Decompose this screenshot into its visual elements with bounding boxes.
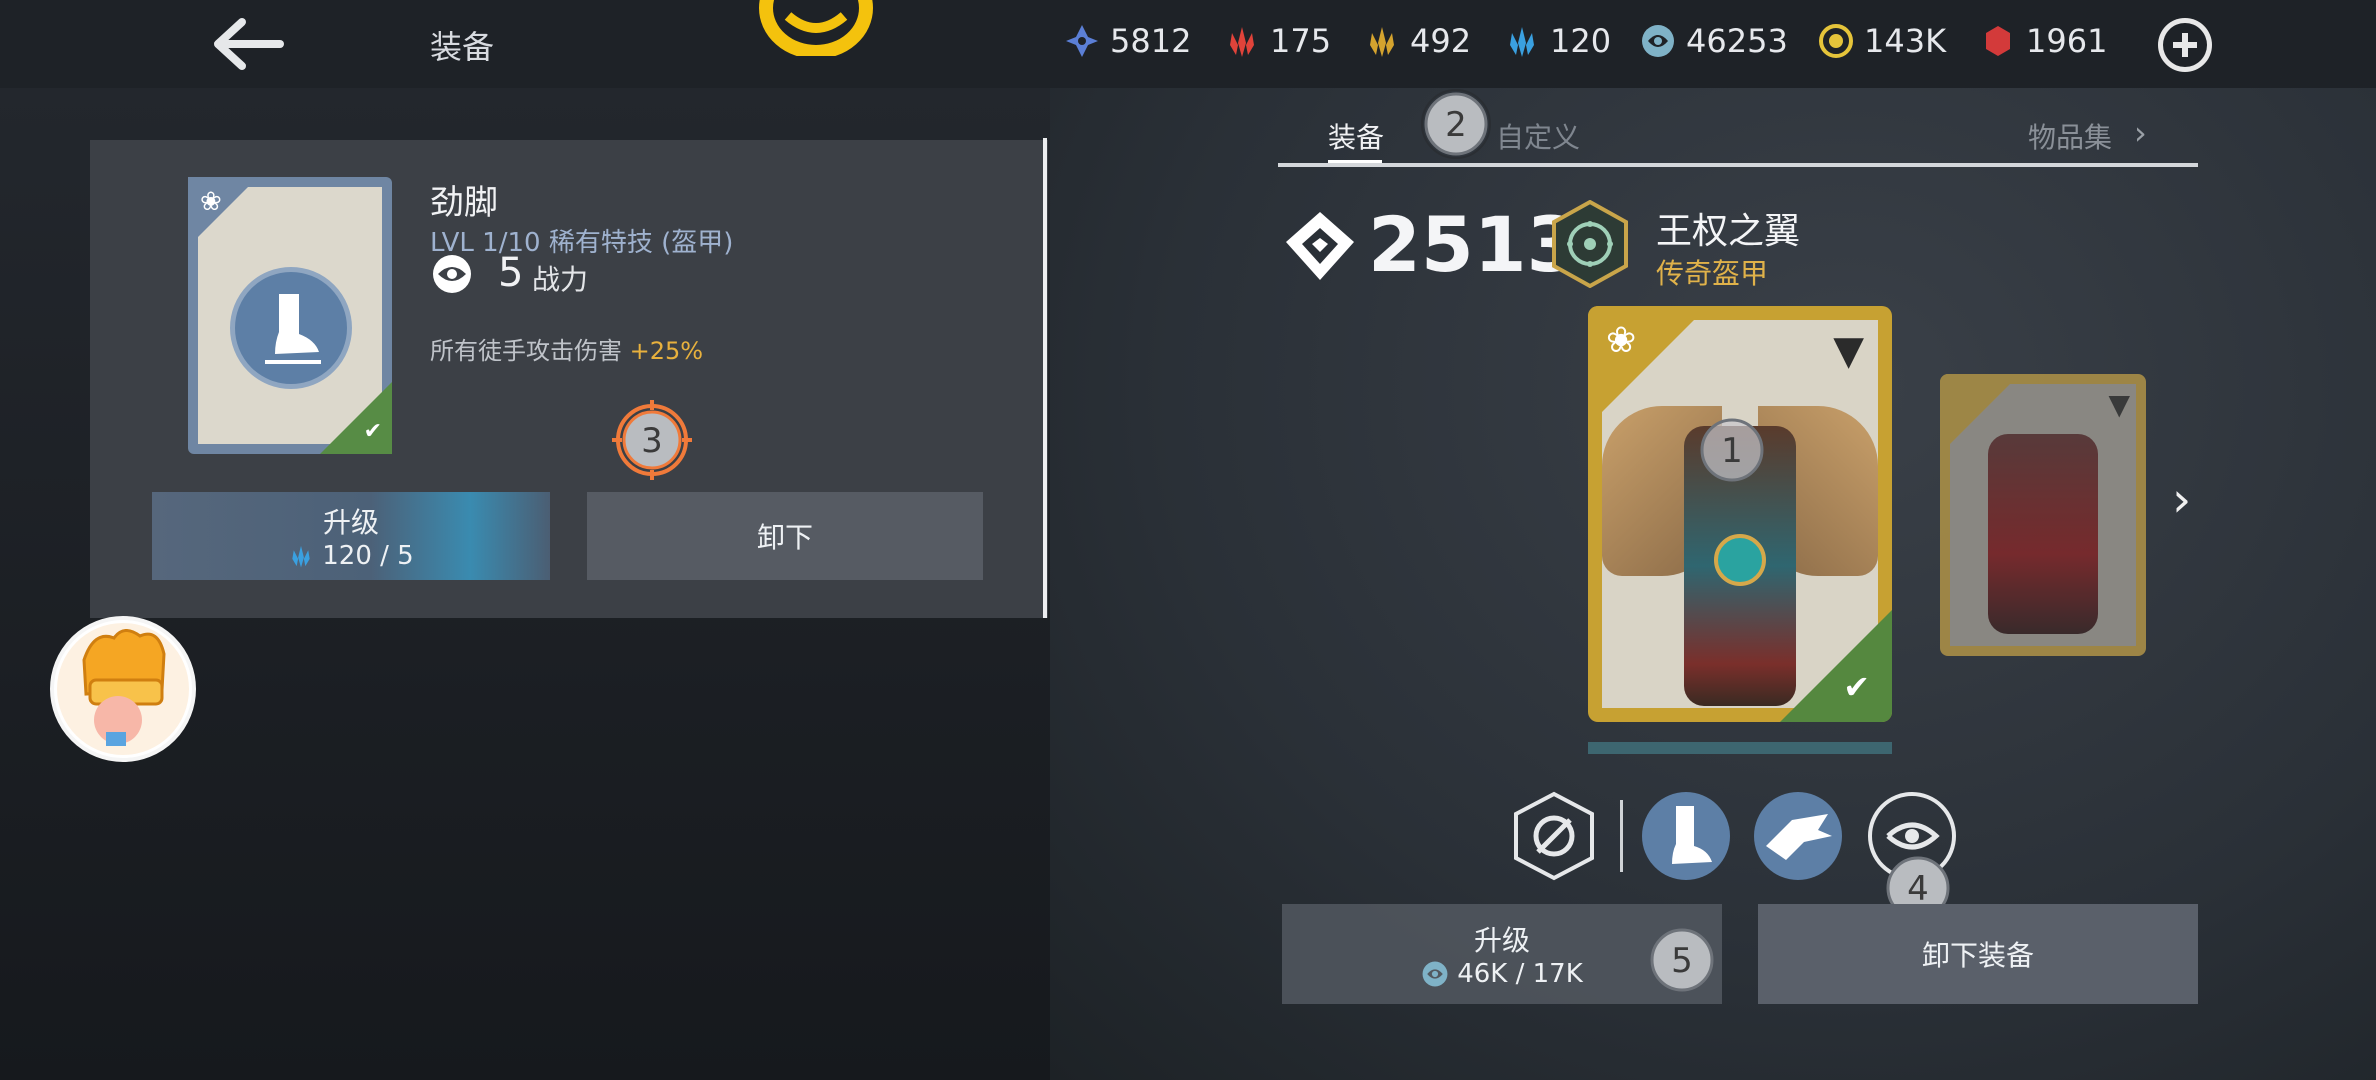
steel-icon: [1642, 25, 1674, 57]
resource-diamond: 5812: [1064, 22, 1191, 60]
armor-card-alt[interactable]: ▼: [1940, 374, 2146, 656]
gear-score-icon: [1286, 212, 1354, 280]
check-icon: ✔: [1843, 668, 1870, 706]
top-bar: 装备 5812 175 492 120 46253 143K 1961: [0, 0, 2376, 88]
skill-name: 劲脚: [430, 183, 498, 223]
gear-name: 王权之翼: [1656, 211, 1801, 252]
logo-icon: [759, 0, 873, 56]
plus-icon: [2163, 23, 2207, 67]
equipped-armor-card[interactable]: ❀ ▼ ✔: [1588, 306, 1892, 722]
skill-upgrade-button[interactable]: 升级 120 / 5: [152, 492, 550, 580]
avatar-icon: [57, 623, 189, 755]
skill-power-label: 战力: [532, 263, 589, 296]
resource-gold-crystal-value: 492: [1410, 22, 1472, 60]
marker-4-label: 4: [1907, 869, 1929, 909]
gold-crystal-icon: [1370, 27, 1394, 57]
equipped-corner: [1780, 610, 1892, 722]
resource-ruby: 1961: [1980, 22, 2107, 60]
panel-edge: [1043, 138, 1047, 618]
power-icon: [433, 255, 471, 293]
gear-upgrade-label: 升级: [1473, 924, 1530, 957]
red-crystal-icon: [1230, 27, 1254, 57]
resource-blue-crystal-value: 120: [1550, 22, 1612, 60]
tabs-divider: [1278, 163, 2198, 167]
skill-upgrade-cost: 120 / 5: [288, 541, 414, 571]
resource-coin: 143K: [1818, 22, 1946, 60]
slot-foot-icon[interactable]: [1640, 790, 1732, 882]
arrow-left-icon: [214, 18, 284, 70]
legendary-badge-icon: [1552, 200, 1628, 288]
marker-1-label: 1: [1721, 431, 1743, 471]
slot-attack-icon[interactable]: [1508, 790, 1600, 882]
chevron-down-icon: ▼: [2108, 388, 2130, 421]
gear-rarity: 传奇盔甲: [1656, 257, 1769, 290]
card-corner: [188, 177, 258, 247]
chevron-right-icon[interactable]: ›: [2172, 472, 2191, 528]
step-marker-3: 3: [612, 400, 692, 480]
lotus-icon: ❀: [200, 187, 222, 217]
blue-crystal-icon: [292, 545, 310, 568]
avatar[interactable]: [50, 616, 196, 762]
lotus-icon: ❀: [1606, 320, 1637, 361]
diamond-icon: [1066, 25, 1098, 57]
tab-collection[interactable]: 物品集: [2028, 116, 2112, 156]
add-resource-button[interactable]: [2158, 18, 2212, 72]
marker-2-label: 2: [1445, 105, 1467, 145]
resource-coin-value: 143K: [1864, 22, 1947, 60]
slot-divider: [1620, 800, 1623, 872]
resource-steel-value: 46253: [1686, 22, 1788, 60]
skill-effect-text: 所有徒手攻击伤害: [430, 337, 630, 365]
skill-effect-bonus: +25%: [629, 337, 704, 365]
check-icon: ✔: [363, 419, 382, 444]
resource-red-crystal-value: 175: [1270, 22, 1332, 60]
skill-card[interactable]: ❀ ✔: [188, 177, 392, 454]
foot-icon: [230, 267, 352, 389]
marker-5-label: 5: [1671, 941, 1693, 981]
skill-power-value: 5: [498, 250, 524, 296]
skill-unequip-button[interactable]: 卸下: [587, 492, 983, 580]
skill-upgrade-label: 升级: [322, 506, 379, 539]
skill-meta: LVL 1/10 稀有特技 (盔甲): [430, 228, 734, 258]
resource-diamond-value: 5812: [1110, 22, 1192, 60]
resource-ruby-value: 1961: [2026, 22, 2108, 60]
steel-icon: [1422, 961, 1448, 987]
skill-effect: 所有徒手攻击伤害 +25%: [430, 331, 703, 366]
armor-progress-bar: [1588, 742, 1892, 754]
gear-score: 2513: [1368, 200, 1580, 289]
tab-equip[interactable]: 装备: [1328, 116, 1384, 156]
gear-unequip-button[interactable]: 卸下装备: [1758, 904, 2198, 1004]
page-title: 装备: [430, 28, 495, 66]
resource-gold-crystal: 492: [1364, 22, 1471, 60]
ruby-icon: [1986, 26, 2010, 56]
chevron-down-icon: ▼: [1833, 328, 1864, 374]
back-button[interactable]: [208, 14, 288, 74]
tab-custom[interactable]: 自定义: [1496, 116, 1580, 156]
resource-blue-crystal: 120: [1504, 22, 1611, 60]
step-marker-5: 5: [1650, 928, 1714, 992]
gear-upgrade-cost-value: 46K / 17K: [1457, 959, 1583, 989]
step-marker-2: 2: [1421, 89, 1491, 159]
gear-upgrade-cost: 46K / 17K: [1421, 959, 1583, 989]
chevron-right-icon[interactable]: ›: [2134, 114, 2147, 152]
armor-body: [1988, 434, 2098, 634]
resource-steel: 46253: [1640, 22, 1788, 60]
armor-medal: [1714, 534, 1766, 586]
marker-3-label: 3: [641, 421, 663, 461]
blue-crystal-icon: [1510, 27, 1534, 57]
step-marker-1: 1: [1700, 418, 1764, 482]
coin-icon: [1819, 24, 1853, 58]
slot-beast-icon[interactable]: [1752, 790, 1844, 882]
resource-red-crystal: 175: [1224, 22, 1331, 60]
skill-upgrade-cost-value: 120 / 5: [322, 541, 414, 571]
